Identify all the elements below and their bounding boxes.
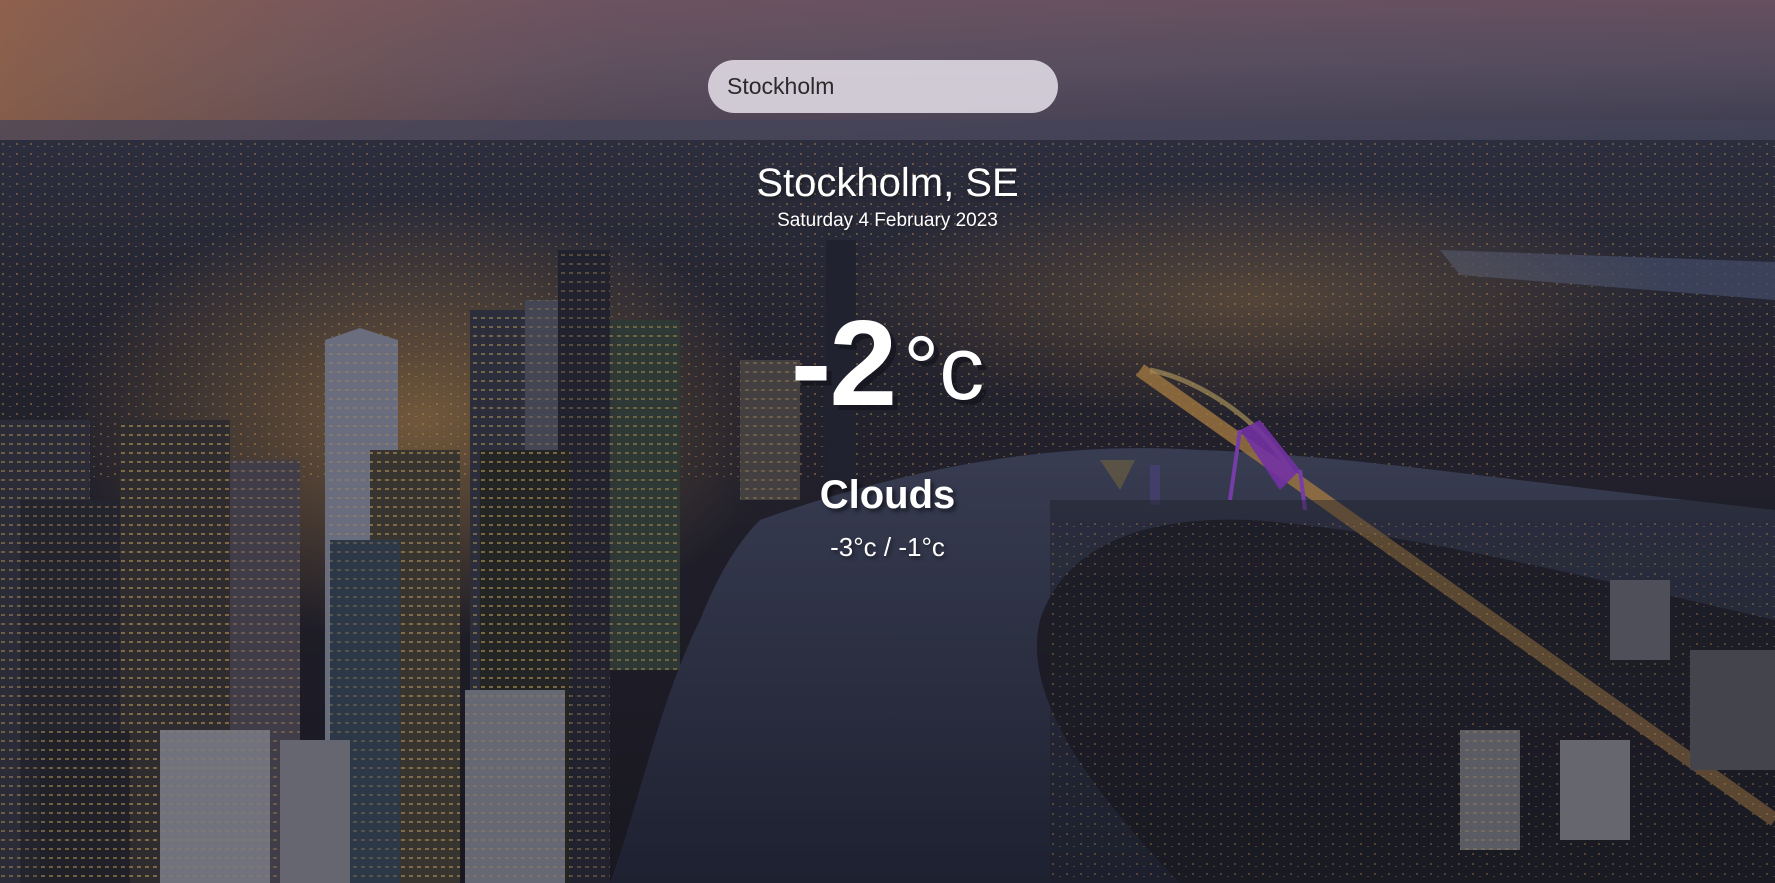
date-label: Saturday 4 February 2023 — [777, 210, 998, 231]
weather-condition: Clouds — [819, 473, 956, 517]
weather-app: Stockholm, SE Saturday 4 February 2023 -… — [0, 0, 1775, 883]
search-input[interactable] — [727, 73, 1039, 100]
temperature-value: -2 — [790, 295, 897, 431]
location-title: Stockholm, SE — [756, 161, 1019, 205]
search-bar[interactable] — [708, 60, 1058, 113]
weather-panel: Stockholm, SE Saturday 4 February 2023 -… — [0, 160, 1775, 562]
temperature-unit: °c — [903, 319, 985, 419]
temperature-display: -2 °c — [0, 298, 1775, 428]
temperature-range: -3°c / -1°c — [830, 532, 945, 562]
